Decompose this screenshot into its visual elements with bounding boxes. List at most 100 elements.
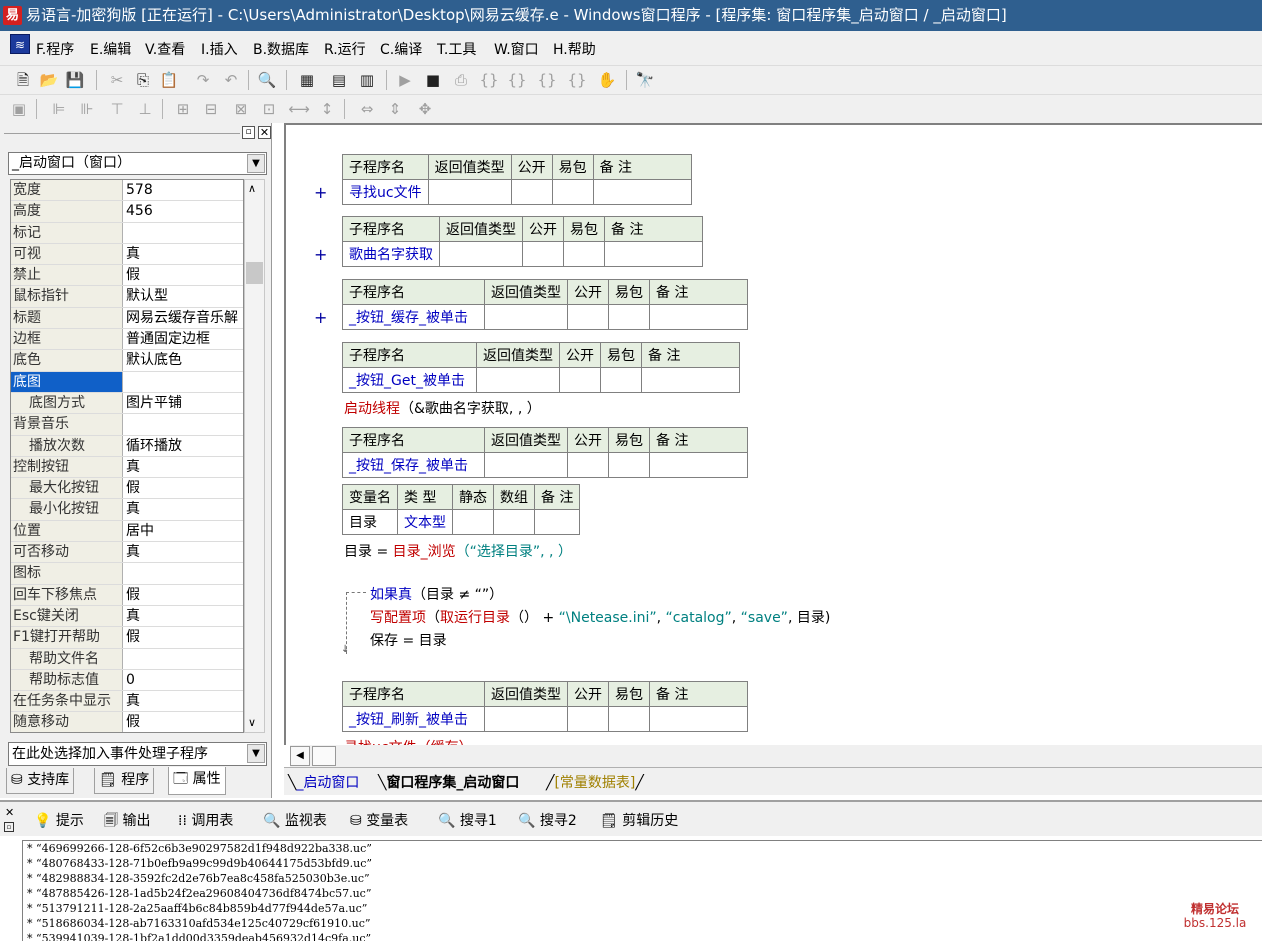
menu-view[interactable]: V.查看 (145, 39, 185, 59)
property-row[interactable]: 背景音乐 (11, 414, 243, 436)
open-folder-icon[interactable]: 📂 (38, 69, 60, 91)
event-selector[interactable]: 在此处选择加入事件处理子程序 ▼ (8, 742, 267, 766)
expand-icon[interactable]: + (314, 183, 327, 202)
property-value[interactable]: 默认型 (123, 286, 243, 306)
property-value[interactable]: 578 (123, 180, 243, 200)
property-row[interactable]: 播放次数 循环播放 (11, 435, 243, 457)
property-row[interactable]: 可否移动真 (11, 542, 243, 564)
tab-support-library[interactable]: ⛁ 支持库 (6, 768, 75, 794)
property-row[interactable]: Esc键关闭真 (11, 605, 243, 628)
property-row[interactable]: 高度 456 (11, 201, 243, 223)
tab-startup-window[interactable]: ╲_启动窗口 (288, 772, 359, 792)
property-row[interactable]: 在任务条中显示真 (11, 691, 243, 713)
property-row[interactable]: 标记 (11, 222, 243, 244)
property-value[interactable] (123, 414, 243, 434)
layout3-icon[interactable]: ▥ (356, 69, 378, 91)
variable-name[interactable]: 目录 (342, 509, 398, 535)
space-h-icon[interactable]: ⟷ (288, 98, 310, 120)
code-line-partial[interactable]: 寻找uc文件（缓存） (344, 737, 473, 745)
menu-program[interactable]: F.程序 (36, 39, 74, 59)
tab-watch[interactable]: 🔍 监视表 (263, 810, 327, 830)
property-row[interactable]: 图标 (11, 563, 243, 585)
step-over-icon[interactable]: {} (506, 69, 528, 91)
property-value[interactable]: 假 (123, 712, 243, 732)
cut-icon[interactable]: ✂ (106, 69, 128, 91)
variable-type[interactable]: 文本型 (397, 509, 453, 535)
menu-compile[interactable]: C.编译 (380, 39, 422, 59)
property-value[interactable]: 假 (123, 627, 243, 647)
property-value[interactable] (123, 372, 243, 392)
center-h-icon[interactable]: ⊞ (172, 98, 194, 120)
save-icon[interactable]: 💾 (64, 69, 86, 91)
menu-window[interactable]: W.窗口 (494, 39, 539, 59)
property-value[interactable] (123, 649, 243, 669)
property-value[interactable]: 真 (123, 606, 243, 626)
property-value[interactable]: 普通固定边框 (123, 329, 243, 349)
center-v-icon[interactable]: ⊟ (200, 98, 222, 120)
property-row[interactable]: 底色 默认底色 (11, 350, 243, 372)
binoculars-icon[interactable]: 🔭 (634, 69, 656, 91)
menu-database[interactable]: B.数据库 (253, 39, 309, 59)
redo-icon[interactable]: ↷ (192, 69, 214, 91)
property-value[interactable] (123, 223, 243, 243)
subroutine-name[interactable]: _按钮_保存_被单击 (342, 452, 485, 478)
close-panel-icon[interactable]: ✕ (258, 126, 271, 139)
mdi-icon[interactable]: ≋ (10, 34, 30, 54)
new-file-icon[interactable]: 🗎 (12, 69, 34, 91)
property-value[interactable]: 真 (123, 457, 243, 477)
subroutine-name[interactable]: 歌曲名字获取 (342, 241, 440, 267)
code-editor[interactable]: 子程序名 返回值类型 公开 易包备 注 寻找uc文件 + 子程序名 返回值类型 公开 易包备… (284, 123, 1262, 745)
property-value[interactable]: 0 (123, 670, 243, 690)
tab-program[interactable]: 🗒 程序 (94, 768, 155, 794)
property-row[interactable]: 随意移动假 (11, 712, 243, 732)
code-line-thread[interactable]: 启动线程（&歌曲名字获取, , ） (344, 398, 541, 418)
undo-icon[interactable]: ↶ (220, 69, 242, 91)
layout1-icon[interactable]: ▦ (296, 69, 318, 91)
property-value[interactable]: 循环播放 (123, 436, 243, 456)
scroll-down-icon[interactable]: ∨ (248, 716, 256, 729)
property-scrollbar[interactable]: ∧ ∨ (244, 179, 265, 733)
find-icon[interactable]: 🔍 (256, 69, 278, 91)
property-value[interactable]: 真 (123, 691, 243, 711)
chevron-down-icon[interactable]: ▼ (247, 744, 265, 763)
property-row[interactable]: 鼠标指针 默认型 (11, 286, 243, 308)
tab-variables[interactable]: ⛁ 变量表 (350, 810, 408, 830)
step-icon[interactable]: ⎙ (450, 69, 472, 91)
property-value[interactable]: 假 (123, 478, 243, 498)
property-row[interactable]: 底图方式 图片平铺 (11, 392, 243, 415)
property-value[interactable]: 假 (123, 265, 243, 285)
restore-icon[interactable]: ▫ (242, 126, 255, 139)
tab-output[interactable]: 🗐 输出 (104, 810, 150, 834)
center-both-icon[interactable]: ⊠ (230, 98, 252, 120)
object-selector[interactable]: _启动窗口（窗口） ▼ (8, 152, 267, 175)
space-v-icon[interactable]: ↕ (316, 98, 338, 120)
property-value[interactable]: 真 (123, 542, 243, 562)
expand-icon[interactable]: + (314, 245, 327, 264)
property-value[interactable]: 真 (123, 244, 243, 264)
property-row[interactable]: 控制按钮真 (11, 456, 243, 479)
property-row[interactable]: 位置 居中 (11, 520, 243, 543)
property-value[interactable]: 真 (123, 499, 243, 519)
tab-hint[interactable]: 💡 提示 (34, 810, 84, 830)
property-row[interactable]: 宽度 578 (11, 180, 243, 202)
restore-output-icon[interactable]: ▫ (4, 822, 14, 832)
property-row[interactable]: 帮助文件名 (11, 648, 243, 670)
property-row-selected[interactable]: 底图 (11, 371, 243, 393)
same-height-icon[interactable]: ⇕ (384, 98, 406, 120)
property-value[interactable]: 456 (123, 201, 243, 221)
property-value[interactable]: 居中 (123, 521, 243, 541)
align-left-icon[interactable]: ⊫ (48, 98, 70, 120)
property-row[interactable]: 标题 网易云缓存音乐解 (11, 307, 243, 330)
run-to-cursor-icon[interactable]: {} (566, 69, 588, 91)
property-row[interactable]: 可视真 (11, 243, 243, 266)
scroll-thumb[interactable] (246, 262, 263, 284)
tab-call-stack[interactable]: ⁞⁞ 调用表 (178, 810, 233, 830)
property-row[interactable]: F1键打开帮助假 (11, 627, 243, 649)
expand-icon[interactable]: + (314, 308, 327, 327)
tab-window-assembly[interactable]: ╲窗口程序集_启动窗口 (378, 772, 519, 792)
menu-insert[interactable]: I.插入 (201, 39, 238, 59)
tab-properties[interactable]: 🗔 属性 (168, 767, 226, 795)
property-value[interactable]: 网易云缓存音乐解 (123, 308, 243, 328)
code-line-if[interactable]: 如果真（目录 ≠ “”） (370, 584, 503, 604)
chevron-down-icon[interactable]: ▼ (247, 154, 265, 173)
